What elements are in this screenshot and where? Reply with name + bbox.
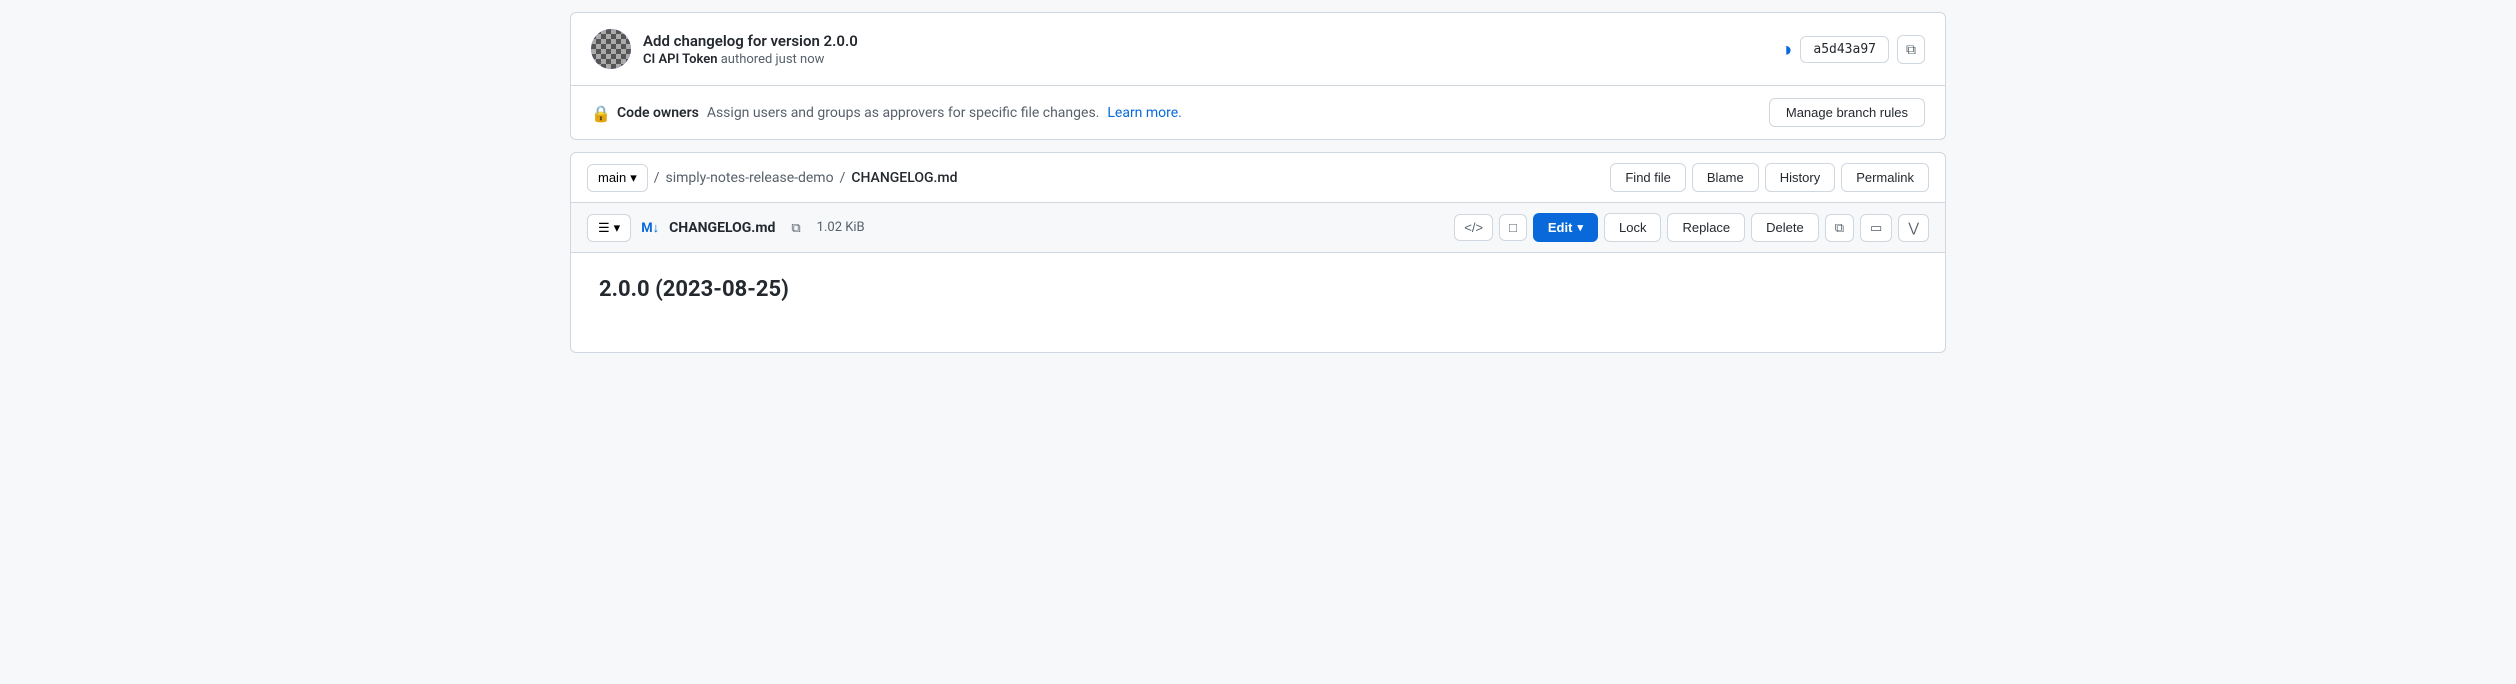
path-separator: /	[654, 170, 660, 186]
code-view-button[interactable]: </>	[1454, 214, 1493, 241]
edit-label: Edit	[1548, 220, 1573, 235]
commit-title: Add changelog for version 2.0.0	[643, 32, 858, 50]
content-heading: 2.0.0 (2023-08-25)	[599, 277, 1917, 302]
branch-chevron-icon: ▾	[630, 170, 637, 186]
file-path-actions: Find file Blame History Permalink	[1610, 163, 1929, 192]
commit-details: Add changelog for version 2.0.0 CI API T…	[643, 32, 858, 67]
branch-name: main	[598, 170, 626, 185]
commit-hash: a5d43a97	[1800, 36, 1889, 63]
list-icon: ☰	[598, 220, 610, 236]
replace-button[interactable]: Replace	[1667, 213, 1745, 242]
author-avatar	[591, 29, 631, 69]
markdown-icon: M↓	[641, 220, 659, 236]
commit-author: CI API Token	[643, 52, 718, 67]
raw-icon: □	[1509, 220, 1517, 235]
clock-icon: ◑	[1780, 37, 1792, 62]
copy-path-button[interactable]: ⧉	[785, 217, 806, 239]
file-name-display: CHANGELOG.md	[669, 220, 775, 236]
copy-path-icon: ⧉	[791, 220, 800, 235]
commit-timestamp: just now	[776, 52, 825, 67]
delete-button[interactable]: Delete	[1751, 213, 1819, 242]
lock-button[interactable]: Lock	[1604, 213, 1661, 242]
copy-hash-button[interactable]: ⧉	[1897, 35, 1925, 64]
permalink-button[interactable]: Permalink	[1841, 163, 1929, 192]
copy-content-icon: ⧉	[1835, 220, 1844, 235]
commit-authored-label: authored	[721, 52, 773, 67]
code-owners-label: Code owners	[617, 105, 699, 121]
raw-view-button[interactable]: □	[1499, 214, 1527, 241]
download-icon: ⋁	[1908, 220, 1919, 235]
list-chevron-icon: ▾	[614, 220, 621, 236]
edit-chevron-icon: ▾	[1577, 221, 1583, 234]
file-content: 2.0.0 (2023-08-25)	[570, 253, 1946, 353]
code-owners-info: 🔒 Code owners Assign users and groups as…	[591, 104, 1182, 122]
open-new-tab-button[interactable]: ▭	[1860, 214, 1892, 242]
file-header-left: ☰ ▾ M↓ CHANGELOG.md ⧉ 1.02 KiB	[587, 214, 865, 242]
current-filename: CHANGELOG.md	[851, 170, 957, 186]
new-tab-icon: ▭	[1870, 220, 1882, 235]
history-button[interactable]: History	[1765, 163, 1835, 192]
repo-name: simply-notes-release-demo	[666, 170, 834, 186]
shield-icon: 🔒	[591, 104, 609, 122]
commit-actions: ◑ a5d43a97 ⧉	[1780, 35, 1925, 64]
commit-info: Add changelog for version 2.0.0 CI API T…	[591, 29, 858, 69]
commit-meta: CI API Token authored just now	[643, 52, 858, 67]
manage-branch-rules-button[interactable]: Manage branch rules	[1769, 98, 1925, 127]
path-separator-2: /	[840, 170, 846, 186]
download-button[interactable]: ⋁	[1898, 214, 1929, 242]
file-breadcrumb: main ▾ / simply-notes-release-demo / CHA…	[587, 164, 957, 192]
learn-more-link[interactable]: Learn more.	[1107, 105, 1182, 121]
code-owners-description: Assign users and groups as approvers for…	[707, 105, 1100, 121]
list-view-button[interactable]: ☰ ▾	[587, 214, 631, 242]
find-file-button[interactable]: Find file	[1610, 163, 1686, 192]
blame-button[interactable]: Blame	[1692, 163, 1759, 192]
file-header-right: </> □ Edit ▾ Lock Replace Delete ⧉ ▭ ⋁	[1454, 213, 1929, 242]
branch-dropdown[interactable]: main ▾	[587, 164, 648, 192]
edit-button[interactable]: Edit ▾	[1533, 213, 1598, 242]
code-icon: </>	[1464, 220, 1483, 235]
copy-icon: ⧉	[1906, 41, 1916, 57]
copy-content-button[interactable]: ⧉	[1825, 214, 1854, 242]
file-size-display: 1.02 KiB	[817, 220, 865, 235]
